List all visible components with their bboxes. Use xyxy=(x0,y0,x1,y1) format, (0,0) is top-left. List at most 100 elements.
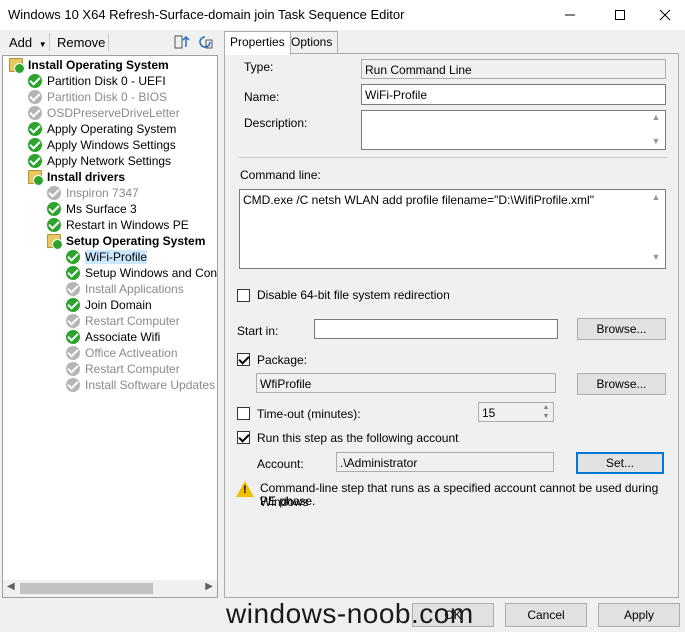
tree-item[interactable]: Partition Disk 0 - UEFI xyxy=(28,73,166,89)
check-icon xyxy=(28,122,42,136)
tree-horizontal-scrollbar[interactable]: ◀ ▶ xyxy=(3,580,217,597)
warning-text-line2: PE phase. xyxy=(260,494,316,508)
description-input[interactable] xyxy=(361,110,666,150)
tree-item[interactable]: Apply Operating System xyxy=(28,121,176,137)
tree-item-label: Apply Operating System xyxy=(47,122,177,136)
start-in-input[interactable] xyxy=(314,319,558,339)
tree-item[interactable]: Install Applications xyxy=(66,281,184,297)
tree-item[interactable]: Partition Disk 0 - BIOS xyxy=(28,89,167,105)
chevron-down-icon: ▼ xyxy=(38,40,47,49)
start-in-label: Start in: xyxy=(237,324,279,338)
spinner-down-icon[interactable]: ▼ xyxy=(539,412,553,421)
close-icon[interactable] xyxy=(642,0,685,30)
tree-item[interactable]: Restart Computer xyxy=(66,313,180,329)
scroll-up-icon[interactable]: ▲ xyxy=(650,192,662,202)
tree-item[interactable]: Install Operating System xyxy=(9,57,169,74)
move-up-icon[interactable] xyxy=(174,34,190,53)
minimize-icon[interactable] xyxy=(547,0,593,30)
account-field: .\Administrator xyxy=(336,452,554,472)
toolbar-divider xyxy=(108,33,109,51)
tree-item-label: Partition Disk 0 - BIOS xyxy=(47,90,168,104)
check-icon xyxy=(47,202,61,216)
browse-start-in-button[interactable]: Browse... xyxy=(577,318,666,340)
set-account-button[interactable]: Set... xyxy=(576,452,664,474)
tree-item-label: Partition Disk 0 - UEFI xyxy=(47,74,166,88)
disable-redirection-checkbox[interactable] xyxy=(237,289,250,302)
tree-item-label: Office Activeation xyxy=(85,346,178,360)
tree-item[interactable]: Setup Operating System xyxy=(47,233,205,250)
folder-check-icon xyxy=(28,170,44,186)
watermark: windows-noob.com xyxy=(226,598,474,629)
type-field: Run Command Line xyxy=(361,59,666,79)
tree-toolbar: Add ▼ Remove xyxy=(0,30,222,54)
tree-item-label: WiFi-Profile xyxy=(85,250,147,264)
tree-item-label: Ms Surface 3 xyxy=(66,202,137,216)
folder-check-icon xyxy=(9,58,25,74)
tree-item[interactable]: Associate Wifi xyxy=(66,329,160,345)
add-menu-button[interactable]: Add ▼ xyxy=(9,35,47,50)
check-icon xyxy=(28,138,42,152)
tree-item-label: Install Applications xyxy=(85,282,184,296)
check-icon xyxy=(47,218,61,232)
tree-item[interactable]: Apply Network Settings xyxy=(28,153,171,169)
tree-item-label: Install Software Updates xyxy=(85,378,216,392)
name-input[interactable]: WiFi-Profile xyxy=(361,84,666,105)
command-line-label: Command line: xyxy=(240,168,321,182)
task-sequence-tree[interactable]: Install Operating System Partition Disk 0… xyxy=(2,55,218,598)
name-label: Name: xyxy=(244,90,280,104)
folder-check-icon xyxy=(47,234,63,250)
maximize-icon[interactable] xyxy=(597,0,643,30)
tree-item-label: Restart Computer xyxy=(85,314,180,328)
title-bar: Windows 10 X64 Refresh-Surface-domain jo… xyxy=(0,0,685,30)
disabled-check-icon xyxy=(66,378,80,392)
description-label: Description: xyxy=(244,116,308,130)
tree-item[interactable]: Ms Surface 3 xyxy=(47,201,137,217)
tab-properties[interactable]: Properties xyxy=(224,31,291,55)
tree-item[interactable]: Install drivers xyxy=(28,169,125,186)
tree-item-label: Install Operating System xyxy=(28,58,169,72)
tree-item[interactable]: Install Software Updates xyxy=(66,377,215,393)
tree-item-label: Associate Wifi xyxy=(85,330,161,344)
tree-item[interactable]: Office Activeation xyxy=(66,345,178,361)
disabled-check-icon xyxy=(28,90,42,104)
tree-item[interactable]: Restart Computer xyxy=(66,361,180,377)
check-icon xyxy=(66,298,80,312)
run-as-checkbox[interactable] xyxy=(237,431,250,444)
tab-options[interactable]: Options xyxy=(285,31,339,53)
scroll-left-icon[interactable]: ◀ xyxy=(7,581,15,592)
package-checkbox[interactable] xyxy=(237,353,250,366)
apply-button[interactable]: Apply xyxy=(598,603,680,627)
disabled-check-icon xyxy=(47,186,61,200)
disabled-check-icon xyxy=(28,106,42,120)
tree-item[interactable]: WiFi-Profile xyxy=(66,249,147,265)
command-line-input[interactable]: CMD.exe /C netsh WLAN add profile filena… xyxy=(239,189,666,269)
package-field: WfiProfile xyxy=(256,373,556,393)
tree-item[interactable]: Restart in Windows PE xyxy=(47,217,189,233)
move-down-icon[interactable] xyxy=(197,34,213,53)
scroll-down-icon[interactable]: ▼ xyxy=(650,252,662,262)
scrollbar-thumb[interactable] xyxy=(20,583,153,594)
cancel-button[interactable]: Cancel xyxy=(505,603,587,627)
tree-item[interactable]: Join Domain xyxy=(66,297,152,313)
check-icon xyxy=(66,330,80,344)
check-icon xyxy=(66,250,80,264)
tree-item[interactable]: OSDPreserveDriveLetter xyxy=(28,105,180,121)
timeout-checkbox[interactable] xyxy=(237,407,250,420)
tree-item[interactable]: Apply Windows Settings xyxy=(28,137,176,153)
scroll-up-icon[interactable]: ▲ xyxy=(650,112,662,122)
scroll-down-icon[interactable]: ▼ xyxy=(650,136,662,146)
tree-item[interactable]: Inspiron 7347 xyxy=(47,185,139,201)
tree-item[interactable]: Setup Windows and Config xyxy=(66,265,218,281)
tree-item-label: Setup Windows and Config xyxy=(85,266,218,280)
disabled-check-icon xyxy=(66,282,80,296)
spinner-up-icon[interactable]: ▲ xyxy=(539,403,553,412)
scroll-right-icon[interactable]: ▶ xyxy=(205,581,213,592)
toolbar-divider xyxy=(49,33,50,51)
remove-button[interactable]: Remove xyxy=(57,35,105,50)
browse-package-button[interactable]: Browse... xyxy=(577,373,666,395)
tree-item-label: Restart in Windows PE xyxy=(66,218,189,232)
package-label: Package: xyxy=(257,353,308,367)
tree-item-label: Inspiron 7347 xyxy=(66,186,139,200)
tree-item-label: OSDPreserveDriveLetter xyxy=(47,106,180,120)
tree-item-label: Restart Computer xyxy=(85,362,180,376)
